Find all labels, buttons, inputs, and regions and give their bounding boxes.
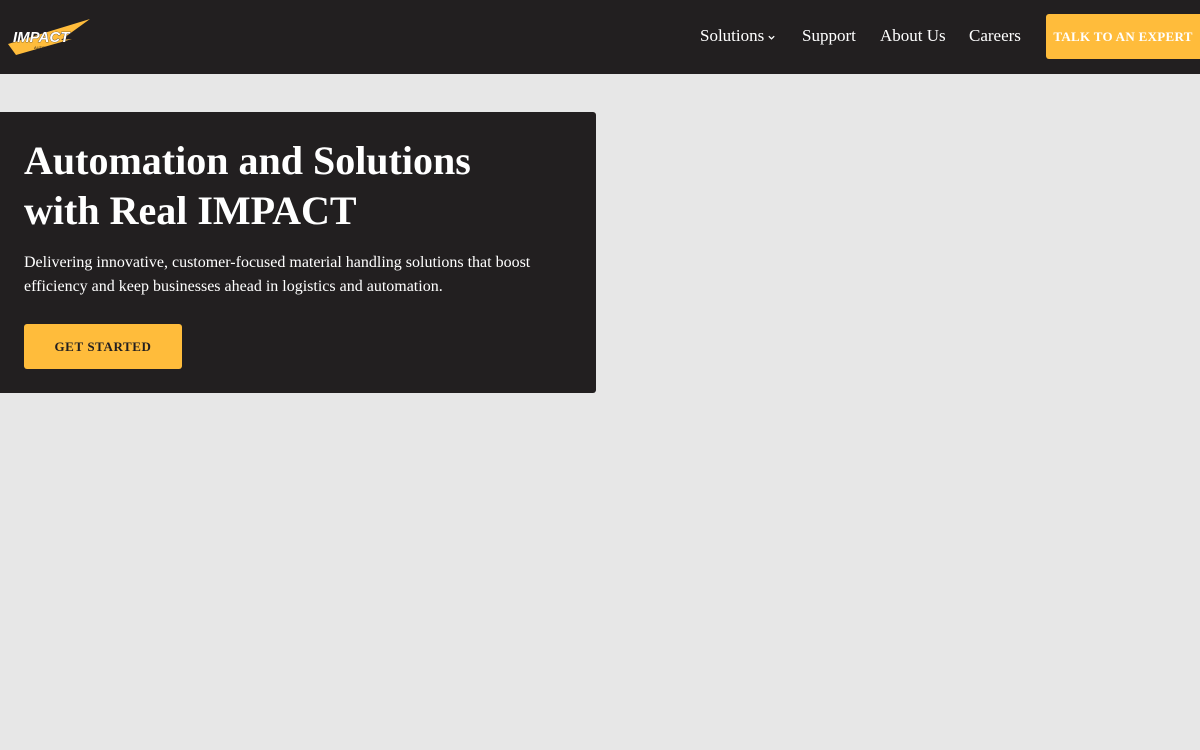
- hero-title-line-1: Automation and Solutions: [24, 138, 471, 183]
- hero-subtitle: Delivering innovative, customer-focused …: [24, 254, 531, 295]
- logo-tagline: AUTOMATION: [34, 45, 60, 50]
- nav-solutions-label: Solutions: [700, 26, 765, 45]
- nav-careers[interactable]: Careers: [969, 25, 1021, 47]
- logo-wordmark: IMPACT: [13, 29, 71, 46]
- site-header: IMPACT AUTOMATION Solutions Support Abou…: [0, 0, 1200, 74]
- get-started-button[interactable]: GET STARTED: [24, 324, 182, 369]
- nav-about-us[interactable]: About Us: [880, 25, 946, 47]
- nav-support[interactable]: Support: [802, 25, 856, 47]
- hero-title-line-2: with Real IMPACT: [24, 188, 357, 233]
- hero-card: Automation and Solutions with Real IMPAC…: [0, 112, 596, 393]
- nav-solutions[interactable]: Solutions: [700, 25, 776, 47]
- talk-to-expert-button[interactable]: TALK TO AN EXPERT: [1046, 14, 1200, 59]
- hero-title: Automation and Solutions with Real IMPAC…: [24, 136, 564, 236]
- impact-logo[interactable]: IMPACT AUTOMATION: [6, 17, 92, 57]
- chevron-down-icon: [768, 35, 775, 40]
